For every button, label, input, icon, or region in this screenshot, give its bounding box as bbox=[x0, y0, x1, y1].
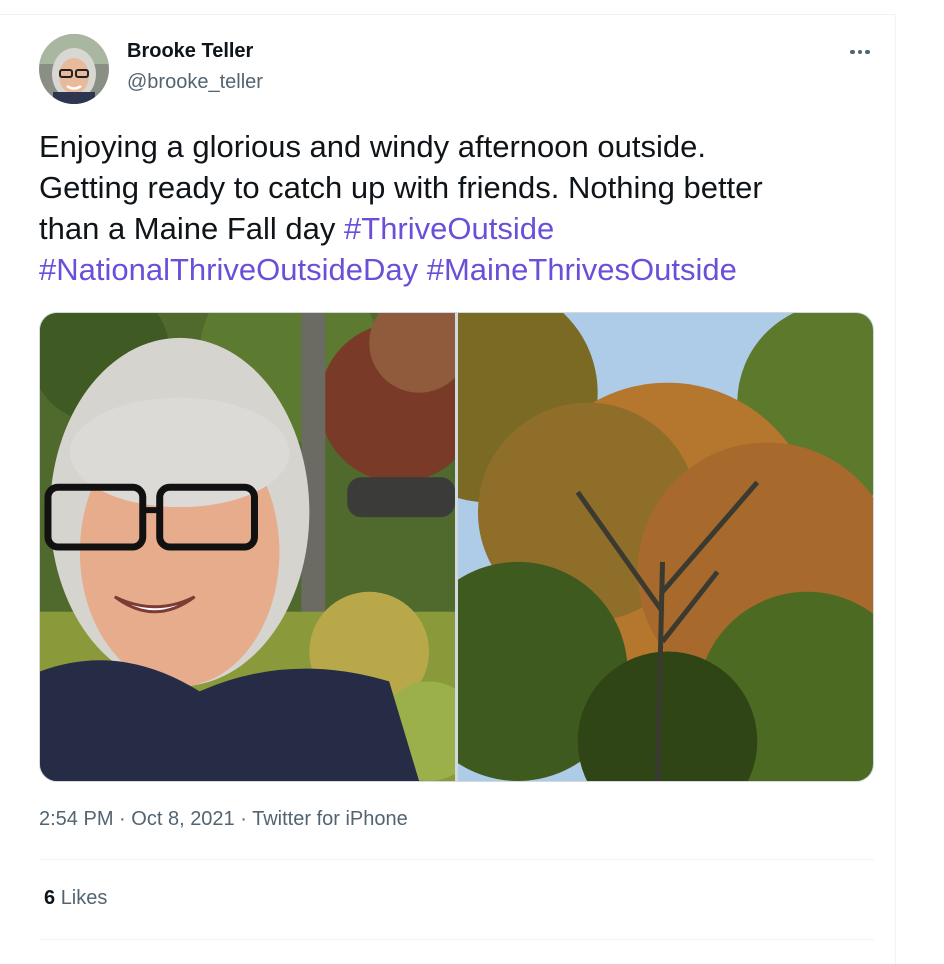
tweet-time[interactable]: 2:54 PM bbox=[39, 808, 113, 830]
hashtag-link[interactable]: #MaineThrivesOutside bbox=[427, 252, 737, 287]
photo-trees[interactable] bbox=[458, 313, 873, 781]
divider bbox=[39, 939, 874, 940]
more-horizontal-icon[interactable] bbox=[841, 40, 879, 64]
avatar[interactable] bbox=[39, 34, 109, 104]
tweet-date[interactable]: Oct 8, 2021 bbox=[131, 808, 234, 830]
author-name[interactable]: Brooke Teller bbox=[127, 40, 253, 63]
hashtag-link[interactable]: #NationalThriveOutsideDay bbox=[39, 252, 418, 287]
likes-label: Likes bbox=[60, 887, 108, 909]
tweet-meta: 2:54 PM · Oct 8, 2021 · Twitter for iPho… bbox=[39, 808, 408, 831]
likes-link[interactable]: 6 Likes bbox=[44, 887, 107, 910]
likes-count: 6 bbox=[44, 887, 56, 909]
media-grid bbox=[39, 312, 874, 782]
tweet-source[interactable]: Twitter for iPhone bbox=[252, 808, 408, 830]
photo-selfie[interactable] bbox=[40, 313, 455, 781]
meta-separator: · bbox=[119, 808, 126, 830]
author-handle[interactable]: @brooke_teller bbox=[127, 71, 263, 94]
tweet-text-line: Getting ready to catch up with friends. … bbox=[39, 170, 763, 205]
hashtag-link[interactable]: #ThriveOutside bbox=[344, 211, 554, 246]
tweet-text-line: than a Maine Fall day bbox=[39, 211, 345, 246]
meta-separator: · bbox=[240, 808, 247, 830]
tweet-text: Enjoying a glorious and windy afternoon … bbox=[39, 126, 869, 290]
divider bbox=[39, 859, 874, 860]
tweet-text-line: Enjoying a glorious and windy afternoon … bbox=[39, 129, 706, 164]
